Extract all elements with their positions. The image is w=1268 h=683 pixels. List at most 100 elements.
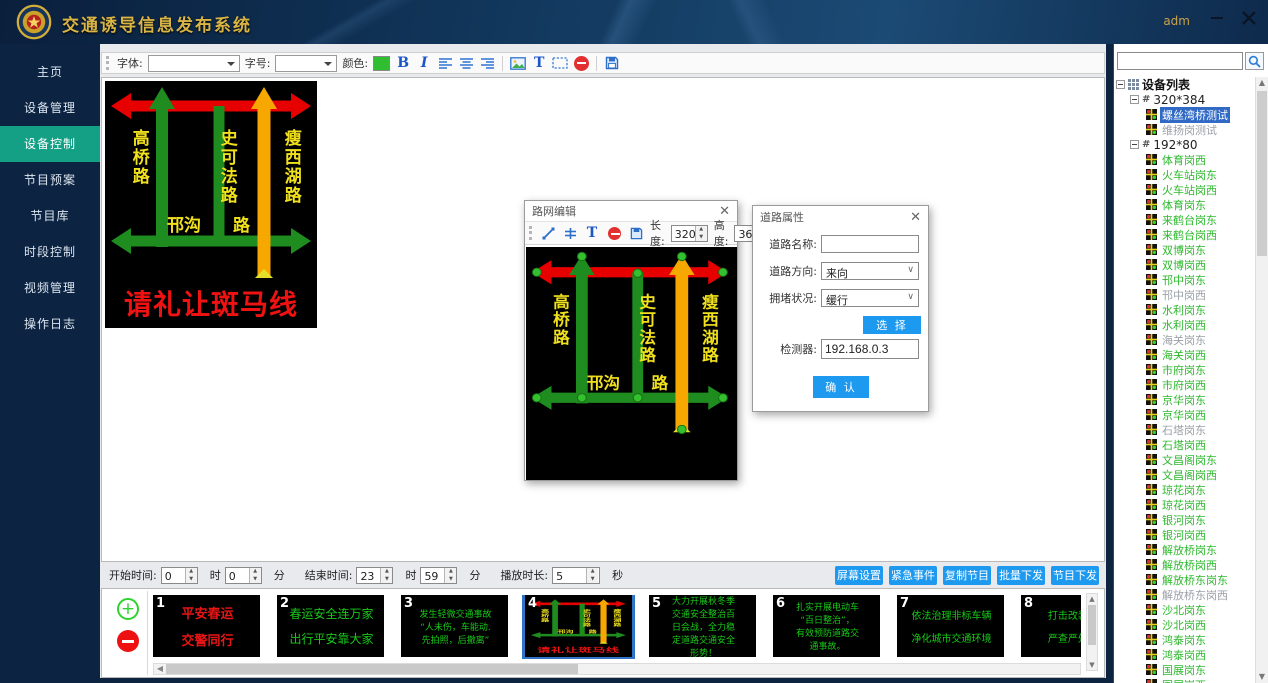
align-center-button[interactable]	[458, 55, 474, 72]
sidebar-item-3[interactable]: 节目预案	[0, 162, 100, 198]
start-hour-input[interactable]: 0▲▼	[161, 567, 198, 584]
device-item[interactable]: 沙北岗东	[1116, 602, 1254, 617]
italic-button[interactable]: I	[416, 55, 432, 72]
align-right-button[interactable]	[479, 55, 495, 72]
dialog-close-icon[interactable]: ✕	[910, 211, 921, 224]
playlist-horizontal-scrollbar[interactable]: ◀	[153, 663, 1081, 675]
duration-input[interactable]: 5▲▼	[552, 567, 600, 584]
length-input[interactable]: 320▲▼	[671, 225, 708, 242]
scroll-down-arrow[interactable]: ▼	[1087, 660, 1097, 670]
control-point[interactable]	[577, 252, 586, 260]
sidebar-item-7[interactable]: 操作日志	[0, 306, 100, 342]
device-item[interactable]: 解放桥岗东	[1116, 542, 1254, 557]
device-item[interactable]: 京华岗东	[1116, 392, 1254, 407]
control-point[interactable]	[633, 269, 642, 277]
scroll-left-arrow[interactable]: ◀	[154, 664, 166, 674]
sidebar-item-6[interactable]: 视频管理	[0, 270, 100, 306]
device-item[interactable]: 市府岗东	[1116, 362, 1254, 377]
collapse-icon[interactable]	[1130, 140, 1139, 149]
road-editor-canvas[interactable]: 高桥路史可法路瘦西湖路邗沟路	[526, 247, 737, 480]
device-item[interactable]: 银河岗西	[1116, 527, 1254, 542]
action-button-0[interactable]: 屏幕设置	[835, 566, 883, 585]
device-item[interactable]: 邗中岗东	[1116, 272, 1254, 287]
add-program-button[interactable]: +	[117, 598, 139, 620]
device-item[interactable]: 螺丝湾桥测试	[1116, 107, 1254, 122]
detector-input[interactable]	[821, 339, 919, 359]
font-size-select[interactable]	[275, 55, 337, 72]
device-item[interactable]: 石塔岗东	[1116, 422, 1254, 437]
scroll-down-arrow[interactable]: ▼	[1256, 671, 1268, 683]
select-detector-button[interactable]: 选 择	[863, 316, 921, 334]
control-point[interactable]	[677, 425, 686, 433]
dialog-close-icon[interactable]: ✕	[719, 205, 730, 218]
device-item[interactable]: 双博岗东	[1116, 242, 1254, 257]
device-item[interactable]: 邗中岗西	[1116, 287, 1254, 302]
bold-button[interactable]: B	[395, 55, 411, 72]
device-item[interactable]: 火车站岗西	[1116, 182, 1254, 197]
device-tree-root[interactable]: 设备列表	[1116, 77, 1254, 92]
device-group-0[interactable]: #320*384	[1116, 92, 1254, 107]
sidebar-item-5[interactable]: 时段控制	[0, 234, 100, 270]
device-item[interactable]: 琼花岗东	[1116, 482, 1254, 497]
device-item[interactable]: 海关岗东	[1116, 332, 1254, 347]
insert-image-icon[interactable]	[510, 55, 526, 72]
collapse-icon[interactable]	[1130, 95, 1139, 104]
device-item[interactable]: 火车站岗东	[1116, 167, 1254, 182]
device-item[interactable]: 水利岗东	[1116, 302, 1254, 317]
device-item[interactable]: 体育岗西	[1116, 152, 1254, 167]
playlist-thumbnail-3[interactable]: 3发生轻微交通事故“人未伤，车能动.先拍照，后撤离”	[401, 595, 508, 657]
road-name-input[interactable]	[821, 235, 919, 253]
color-swatch[interactable]	[373, 56, 390, 71]
device-item[interactable]: 解放桥东岗西	[1116, 587, 1254, 602]
playlist-thumbnail-1[interactable]: 1平安春运交警同行	[153, 595, 260, 657]
action-button-1[interactable]: 紧急事件	[889, 566, 937, 585]
road-cross-icon[interactable]	[562, 225, 578, 242]
confirm-button[interactable]: 确 认	[813, 376, 869, 398]
font-select[interactable]	[148, 55, 240, 72]
text-tool-button[interactable]: T	[584, 225, 600, 242]
device-item[interactable]: 文昌阁岗西	[1116, 467, 1254, 482]
delete-button[interactable]	[573, 55, 589, 72]
control-point[interactable]	[532, 394, 541, 402]
text-tool-button[interactable]: T	[531, 55, 547, 72]
device-item[interactable]: 来鹤台岗东	[1116, 212, 1254, 227]
device-item[interactable]: 维扬岗测试	[1116, 122, 1254, 137]
road-direction-select[interactable]: 来向	[821, 262, 919, 280]
device-item[interactable]: 银河岗东	[1116, 512, 1254, 527]
action-button-4[interactable]: 节目下发	[1051, 566, 1099, 585]
text-box-icon[interactable]	[552, 55, 568, 72]
sidebar-item-4[interactable]: 节目库	[0, 198, 100, 234]
playlist-thumbnail-7[interactable]: 7依法治理非标车辆净化城市交通环境	[897, 595, 1004, 657]
delete-button[interactable]	[606, 225, 622, 242]
device-search-input[interactable]	[1117, 52, 1243, 70]
device-item[interactable]: 京华岗西	[1116, 407, 1254, 422]
device-item[interactable]: 解放桥岗西	[1116, 557, 1254, 572]
device-item[interactable]: 体育岗东	[1116, 197, 1254, 212]
device-item[interactable]: 国展岗西	[1116, 677, 1254, 683]
control-point[interactable]	[677, 252, 686, 260]
action-button-2[interactable]: 复制节目	[943, 566, 991, 585]
device-item[interactable]: 国展岗东	[1116, 662, 1254, 677]
device-tree-scrollbar[interactable]: ▲ ▼	[1255, 77, 1268, 683]
device-item[interactable]: 鸿泰岗东	[1116, 632, 1254, 647]
save-button[interactable]	[604, 55, 620, 72]
playlist-thumbnail-6[interactable]: 6扎实开展电动车“百日整治”，有效预防道路交通事故。	[773, 595, 880, 657]
control-point[interactable]	[577, 394, 586, 402]
search-button[interactable]	[1245, 52, 1264, 70]
end-hour-input[interactable]: 23▲▼	[356, 567, 393, 584]
scrollbar-thumb[interactable]	[166, 664, 578, 674]
collapse-icon[interactable]	[1116, 80, 1125, 89]
device-item[interactable]: 市府岗西	[1116, 377, 1254, 392]
device-item[interactable]: 琼花岗西	[1116, 497, 1254, 512]
device-item[interactable]: 双博岗西	[1116, 257, 1254, 272]
device-item[interactable]: 文昌阁岗东	[1116, 452, 1254, 467]
control-point[interactable]	[719, 394, 728, 402]
scroll-up-arrow[interactable]: ▲	[1256, 77, 1268, 89]
playlist-thumbnail-5[interactable]: 5大力开展秋冬季交通安全整治百日会战，全力稳定道路交通安全形势！	[649, 595, 756, 657]
draw-line-icon[interactable]	[540, 225, 556, 242]
remove-program-button[interactable]	[117, 630, 139, 652]
congestion-select[interactable]: 缓行	[821, 289, 919, 307]
action-button-3[interactable]: 批量下发	[997, 566, 1045, 585]
playlist-thumbnail-8[interactable]: 8打击改装“炸严查严处“机	[1021, 595, 1081, 657]
device-item[interactable]: 解放桥东岗东	[1116, 572, 1254, 587]
